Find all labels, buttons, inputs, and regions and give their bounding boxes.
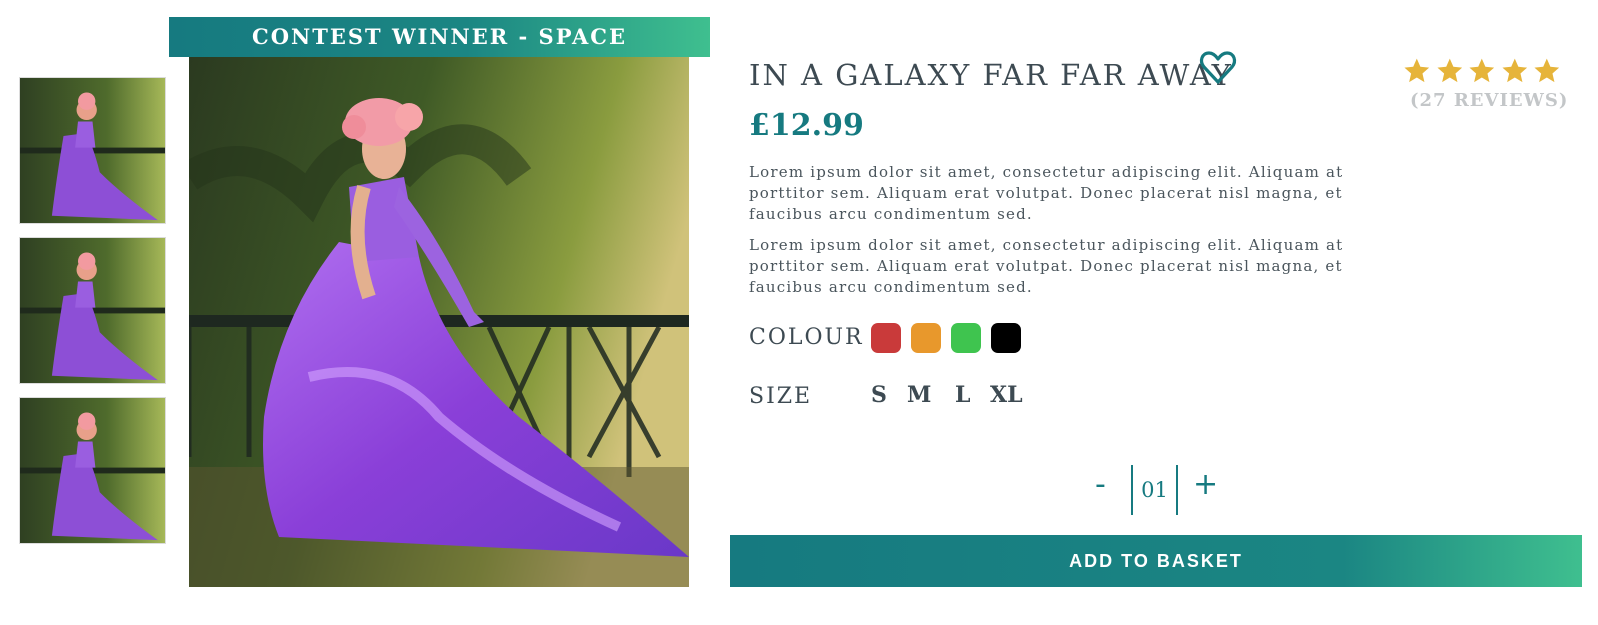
colour-swatch-orange[interactable] [911, 323, 941, 353]
star-icon [1502, 58, 1527, 83]
review-count-link[interactable]: (27 REVIEWS) [1410, 90, 1568, 111]
colour-swatch-green[interactable] [951, 323, 981, 353]
dress-photo-thumbnail [20, 398, 165, 543]
product-description-2: Lorem ipsum dolor sit amet, consectetur … [749, 236, 1344, 296]
size-option-s[interactable]: S [871, 382, 887, 408]
size-option-xl[interactable]: XL [990, 382, 1023, 408]
quantity-input[interactable]: 01 [1131, 465, 1178, 515]
star-icon [1404, 58, 1430, 83]
quantity-decrement-button[interactable]: - [1095, 470, 1106, 500]
contest-banner: CONTEST WINNER - SPACE [169, 17, 710, 57]
star-icon [1469, 58, 1495, 83]
size-option-m[interactable]: M [907, 382, 931, 408]
star-icon [1534, 58, 1560, 83]
add-to-basket-button[interactable]: ADD TO BASKET [730, 535, 1582, 587]
size-label: SIZE [749, 384, 813, 409]
product-thumbnail-1[interactable] [19, 77, 166, 224]
dress-photo-thumbnail [20, 238, 165, 383]
heart-icon [1199, 51, 1237, 84]
product-thumbnail-2[interactable] [19, 237, 166, 384]
star-rating [1402, 56, 1562, 88]
quantity-increment-button[interactable]: + [1193, 470, 1218, 500]
product-description-1: Lorem ipsum dolor sit amet, consectetur … [749, 163, 1344, 223]
product-price: £12.99 [749, 108, 864, 143]
product-title: IN A GALAXY FAR FAR AWAY [749, 58, 1233, 92]
product-thumbnail-3[interactable] [19, 397, 166, 544]
star-icon [1437, 58, 1462, 83]
colour-swatch-red[interactable] [871, 323, 901, 353]
favourite-button[interactable] [1198, 48, 1238, 88]
dress-photo [189, 57, 689, 587]
dress-photo-thumbnail [20, 78, 165, 223]
product-main-image[interactable] [189, 57, 689, 587]
size-option-l[interactable]: L [955, 382, 970, 408]
colour-label: COLOUR [749, 325, 864, 350]
colour-swatch-black[interactable] [991, 323, 1021, 353]
